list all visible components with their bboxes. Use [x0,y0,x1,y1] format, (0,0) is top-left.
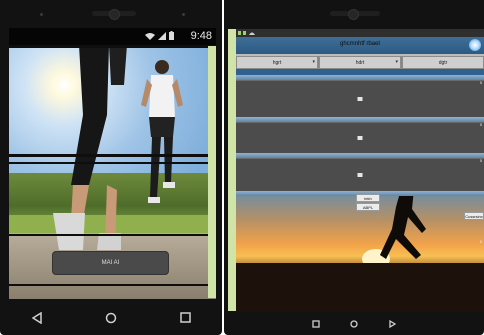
app-screen: MAI AI [9,45,216,299]
sensor-dot [40,13,43,16]
input-field-3[interactable]: Cussrsinx [464,212,484,220]
tab-1[interactable]: hgrt ▾ [236,56,318,69]
back-triangle-icon[interactable] [31,311,42,324]
app-title: ghcmnhtf rbaet [339,41,381,47]
tab-3[interactable]: dgtr [402,56,484,69]
home-circle-icon[interactable] [350,319,358,328]
content-panel-3[interactable]: 5 [236,158,484,192]
panel-tag: 5 [479,158,482,163]
panel-tag: 5 [479,122,482,127]
panel-tag: 5 [479,239,482,244]
content-panel-1[interactable]: 5 [236,80,484,118]
title-bar: ghcmnhtf rbaet [236,37,484,54]
app-logo-icon [469,39,481,51]
status-bar [236,29,484,37]
phone-right: ghcmnhtf rbaet hgrt ▾ hdrt ▾ dgtr 5 5 5 … [224,0,484,335]
navigation-bar [224,312,484,335]
tab-label: hdrt [355,59,365,66]
divider-line [9,45,216,48]
recents-triangle-icon[interactable] [388,319,396,328]
tab-label: hgrt [272,59,282,66]
tab-bar: hgrt ▾ hdrt ▾ dgtr [236,56,484,69]
field-label: ABPL [362,204,374,210]
front-camera [348,9,359,20]
field-label: tekh [364,195,372,201]
runner-image-foreground [53,45,127,250]
dropdown-caret-icon: ▾ [395,59,398,65]
side-strip [208,46,216,298]
content-panel-2[interactable]: 5 [236,122,484,154]
navigation-bar [0,300,222,335]
recents-square-icon[interactable] [179,312,191,323]
divider-line [9,284,216,286]
dropdown-caret-icon: ▾ [312,59,315,65]
panel-tag: 5 [479,80,482,85]
home-circle-icon[interactable] [105,312,117,324]
panel-indicator [357,136,363,140]
tab-2[interactable]: hdrt ▾ [319,56,401,69]
side-strip [228,29,236,311]
divider-line [9,154,216,157]
input-field-1[interactable]: tekh [356,194,380,202]
panel-indicator [357,173,363,177]
battery-icon [169,31,174,40]
status-icons [238,31,255,35]
divider-line [9,234,216,236]
phone-left: 9:48 MAI AI [0,0,222,335]
front-camera [109,9,120,20]
signal-icon [158,31,166,40]
divider-line [9,162,216,164]
wifi-icon [145,32,155,40]
sensor-dot [182,13,185,16]
panel-indicator [357,97,363,101]
main-action-button[interactable]: MAI AI [52,251,169,275]
back-square-icon[interactable] [312,319,320,328]
runner-image-distant [141,60,183,203]
tab-label: dgtr [438,59,448,66]
input-field-2[interactable]: ABPL [356,203,380,211]
status-icons [145,31,174,40]
app-screen: ghcmnhtf rbaet hgrt ▾ hdrt ▾ dgtr 5 5 5 … [236,29,484,312]
field-label: Cussrsinx [465,213,483,219]
status-time: 9:48 [190,30,212,42]
status-bar: 9:48 [9,28,216,45]
